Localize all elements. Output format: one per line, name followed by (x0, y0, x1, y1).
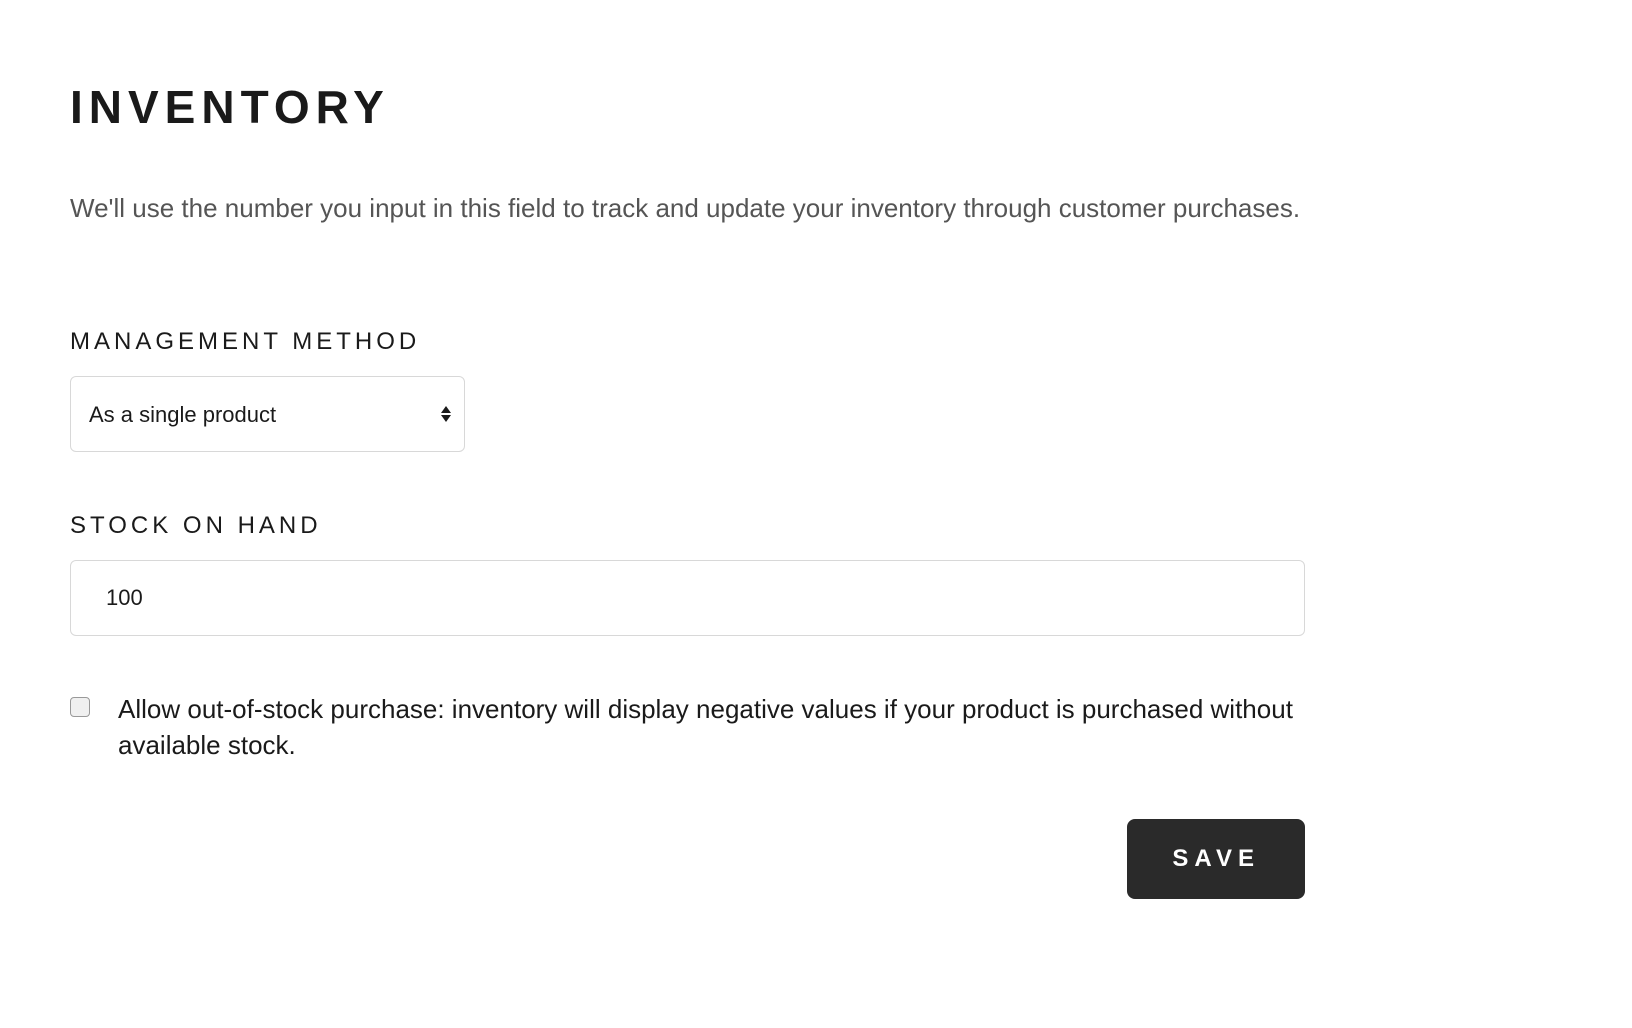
management-method-select[interactable]: As a single product (70, 376, 465, 452)
stock-on-hand-label: STOCK ON HAND (70, 512, 1370, 540)
page-description: We'll use the number you input in this f… (70, 189, 1370, 228)
allow-out-of-stock-label: Allow out-of-stock purchase: inventory w… (118, 691, 1305, 764)
page-title: INVENTORY (70, 80, 1370, 134)
allow-out-of-stock-row: Allow out-of-stock purchase: inventory w… (70, 691, 1305, 764)
management-method-select-wrapper: As a single product (70, 376, 465, 452)
button-row: SAVE (70, 819, 1305, 899)
allow-out-of-stock-checkbox[interactable] (70, 697, 90, 717)
management-method-label: MANAGEMENT METHOD (70, 328, 1370, 356)
save-button[interactable]: SAVE (1127, 819, 1305, 899)
inventory-form: INVENTORY We'll use the number you input… (70, 80, 1370, 899)
stock-on-hand-input[interactable] (70, 560, 1305, 636)
